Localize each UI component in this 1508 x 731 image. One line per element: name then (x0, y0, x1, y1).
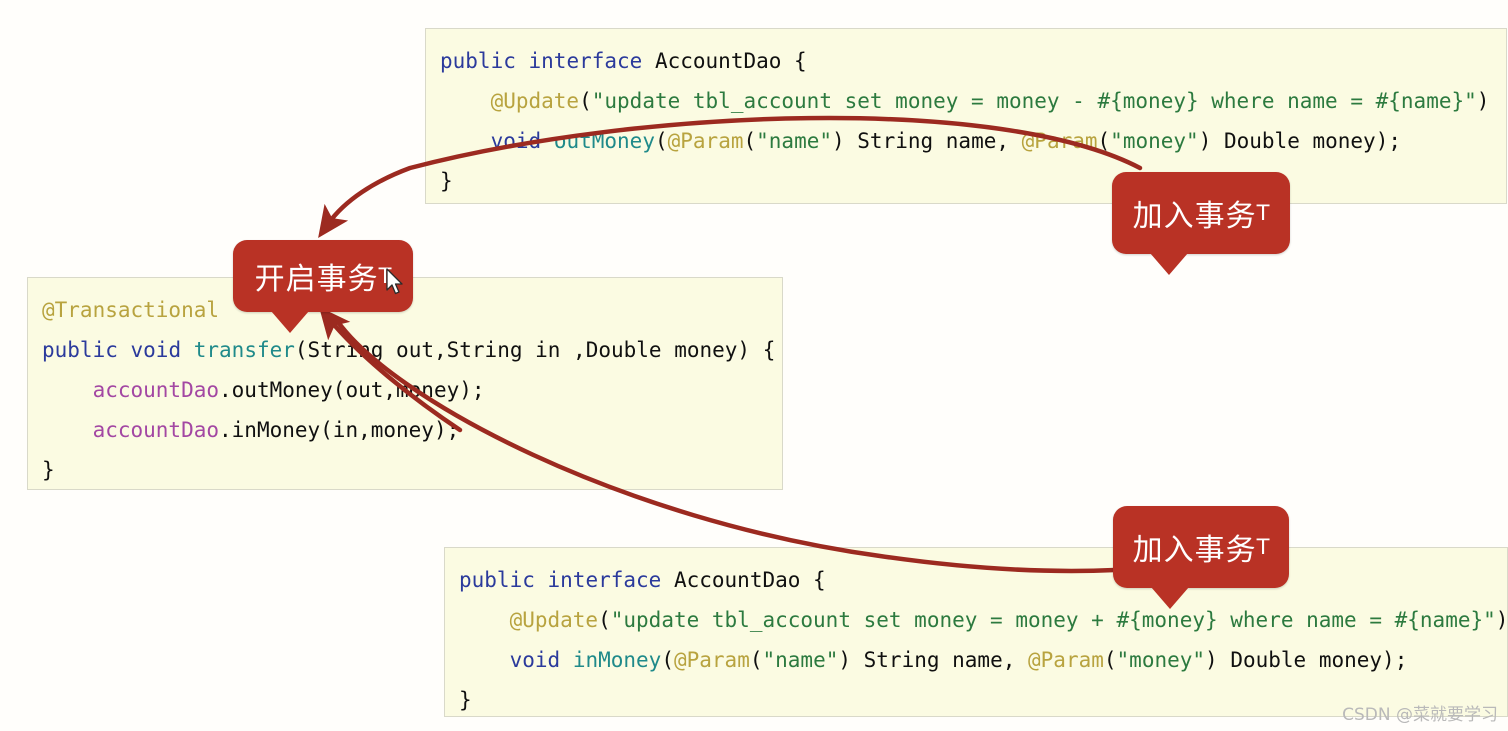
code-token (118, 338, 131, 362)
code-token: inMoney (573, 648, 662, 672)
code-token: "name" (756, 129, 832, 153)
code-token: transfer (194, 338, 295, 362)
code-token: ( (743, 129, 756, 153)
code-line: public void transfer(String out,String i… (42, 330, 768, 370)
code-token: } (459, 688, 472, 712)
code-line: accountDao.outMoney(out,money); (42, 370, 768, 410)
code-token: .outMoney(out,money); (219, 378, 485, 402)
code-line: @Update("update tbl_account set money = … (440, 81, 1492, 121)
code-line: } (459, 680, 1493, 720)
code-token (541, 129, 554, 153)
code-token: ) (1477, 89, 1490, 113)
code-line: accountDao.inMoney(in,money); (42, 410, 768, 450)
code-token: interface (529, 49, 643, 73)
callout-join-transaction-top-suffix: T (1257, 201, 1270, 225)
code-token: @Param (674, 648, 750, 672)
code-token: AccountDao { (642, 49, 806, 73)
csdn-watermark: CSDN @菜就要学习 (1342, 700, 1498, 725)
code-token: .inMoney(in,money); (219, 418, 459, 442)
code-token: public (440, 49, 516, 73)
code-token: ) (1496, 608, 1508, 632)
code-token: "money" (1117, 648, 1206, 672)
code-token (42, 418, 93, 442)
code-token: AccountDao { (661, 568, 825, 592)
code-token: ) String name, (838, 648, 1028, 672)
code-token: @Update (491, 89, 580, 113)
code-token: public (459, 568, 535, 592)
code-token: ) Double money); (1205, 648, 1407, 672)
code-token: ( (1098, 129, 1111, 153)
code-line: public interface AccountDao { (440, 41, 1492, 81)
code-token: public (42, 338, 118, 362)
code-token: @Update (510, 608, 599, 632)
code-token: } (440, 169, 453, 193)
code-token: ( (655, 129, 668, 153)
bubble-tail-icon (1150, 253, 1188, 275)
code-token (560, 648, 573, 672)
code-token (181, 338, 194, 362)
code-token: void (491, 129, 542, 153)
code-token: "name" (763, 648, 839, 672)
code-line: @Update("update tbl_account set money = … (459, 600, 1493, 640)
code-line: } (42, 450, 768, 490)
callout-join-transaction-top-label: 加入事务 (1133, 191, 1257, 235)
callout-join-transaction-top[interactable]: 加入事务T (1112, 172, 1290, 254)
code-token (42, 378, 93, 402)
code-line: } (440, 161, 1492, 201)
code-token: @Param (1022, 129, 1098, 153)
code-line: public interface AccountDao { (459, 560, 1493, 600)
diagram-canvas: public interface AccountDao { @Update("u… (0, 0, 1508, 731)
code-token: ( (661, 648, 674, 672)
code-token (440, 89, 491, 113)
code-line: void inMoney(@Param("name") String name,… (459, 640, 1493, 680)
code-token (516, 49, 529, 73)
code-token: (String out,String in ,Double money) { (295, 338, 775, 362)
code-token: @Param (1028, 648, 1104, 672)
code-token: "update tbl_account set money = money - … (592, 89, 1477, 113)
code-token: accountDao (93, 418, 219, 442)
code-token: ) Double money); (1199, 129, 1401, 153)
code-token: outMoney (554, 129, 655, 153)
code-line: void outMoney(@Param("name") String name… (440, 121, 1492, 161)
callout-join-transaction-bottom-suffix: T (1257, 535, 1270, 559)
code-token: void (510, 648, 561, 672)
code-token: interface (548, 568, 662, 592)
callout-open-transaction-label: 开启事务 (255, 254, 379, 298)
code-token: } (42, 458, 55, 482)
bubble-tail-icon (271, 311, 309, 333)
code-token (535, 568, 548, 592)
callout-join-transaction-bottom-label: 加入事务 (1133, 525, 1257, 569)
code-token: ( (750, 648, 763, 672)
code-token: @Param (668, 129, 744, 153)
code-token (459, 608, 510, 632)
code-block-account-dao-out-money: public interface AccountDao { @Update("u… (425, 28, 1507, 204)
code-token: ( (579, 89, 592, 113)
code-token: void (131, 338, 182, 362)
code-token: @Transactional (42, 298, 219, 322)
code-block-account-dao-in-money: public interface AccountDao { @Update("u… (444, 547, 1508, 717)
code-token: "money" (1110, 129, 1199, 153)
bubble-tail-icon (1151, 587, 1189, 609)
mouse-pointer-icon (385, 268, 405, 296)
code-token: ) String name, (832, 129, 1022, 153)
code-token: ( (598, 608, 611, 632)
code-token: accountDao (93, 378, 219, 402)
callout-join-transaction-bottom[interactable]: 加入事务T (1113, 506, 1289, 588)
code-token (459, 648, 510, 672)
code-token: ( (1104, 648, 1117, 672)
code-token: "update tbl_account set money = money + … (611, 608, 1496, 632)
code-token (440, 129, 491, 153)
